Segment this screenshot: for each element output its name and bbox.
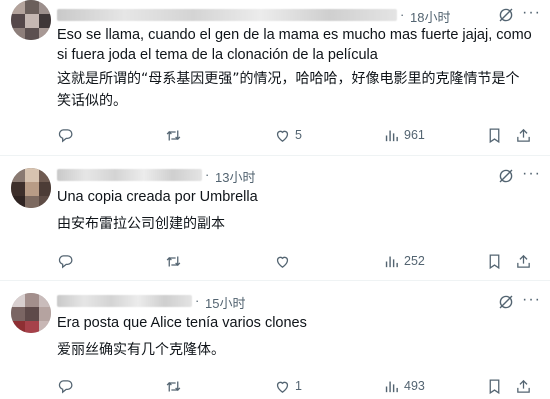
author-name-redacted[interactable] (57, 169, 202, 181)
tweet-text-translation: 爱丽丝确实有几个克隆体。 (57, 342, 225, 358)
tweet-text-translation: 由安布雷拉公司创建的副本 (57, 216, 225, 232)
share-icon (517, 379, 530, 393)
bookmark-icon (489, 127, 500, 143)
view-count: 961 (404, 128, 425, 142)
retweet-icon (166, 130, 181, 140)
share-button[interactable] (515, 251, 532, 271)
bookmark-button[interactable] (486, 125, 503, 145)
action-bar: 1 493 (57, 376, 530, 396)
separator-dot: · (205, 167, 210, 182)
share-icon (517, 254, 530, 268)
view-count: 252 (404, 254, 425, 268)
share-button[interactable] (515, 376, 532, 396)
avatar[interactable] (11, 168, 51, 208)
author-name-redacted[interactable] (57, 9, 397, 21)
avatar[interactable] (11, 0, 51, 40)
like-icon (276, 130, 289, 142)
tweet-text-original: Era posta que Alice tenía varios clones (57, 315, 307, 331)
action-bar: 252 (57, 251, 530, 271)
grok-icon[interactable] (497, 6, 515, 24)
share-button[interactable] (515, 125, 532, 145)
like-button[interactable] (274, 251, 295, 271)
separator-dot: · (400, 7, 405, 22)
retweet-button[interactable] (165, 125, 186, 145)
like-button[interactable]: 1 (274, 376, 302, 396)
retweet-icon (166, 256, 181, 266)
views-icon (385, 256, 398, 267)
timestamp[interactable]: 13小时 (215, 167, 255, 186)
reply-button[interactable] (57, 125, 78, 145)
author-name-redacted[interactable] (57, 295, 192, 307)
more-icon[interactable]: ··· (522, 292, 541, 308)
share-icon (517, 128, 530, 142)
bookmark-icon (489, 253, 500, 269)
views-button[interactable]: 493 (383, 376, 425, 396)
view-count: 493 (404, 379, 425, 393)
like-count: 5 (295, 128, 302, 142)
views-button[interactable]: 252 (383, 251, 425, 271)
reply-icon (58, 379, 73, 393)
grok-icon[interactable] (497, 167, 515, 185)
timestamp[interactable]: 15小时 (205, 293, 245, 312)
views-icon (385, 130, 398, 141)
like-button[interactable]: 5 (274, 125, 302, 145)
reply-button[interactable] (57, 376, 78, 396)
avatar[interactable] (11, 293, 51, 333)
retweet-button[interactable] (165, 376, 186, 396)
more-icon[interactable]: ··· (522, 166, 541, 182)
reply-tweet-1[interactable]: · 18小时 ··· Eso se llama, cuando el gen d… (0, 0, 550, 156)
bookmark-icon (489, 378, 500, 394)
views-icon (385, 381, 398, 392)
retweet-icon (166, 381, 181, 391)
tweet-text-original: Eso se llama, cuando el gen de la mama e… (57, 27, 532, 63)
like-icon (276, 256, 289, 268)
bookmark-button[interactable] (486, 251, 503, 271)
tweet-text-original: Una copia creada por Umbrella (57, 189, 258, 205)
reply-button[interactable] (57, 251, 78, 271)
views-button[interactable]: 961 (383, 125, 425, 145)
timestamp[interactable]: 18小时 (410, 7, 450, 26)
grok-icon[interactable] (497, 293, 515, 311)
tweet-text-translation: 这就是所谓的“母系基因更强”的情况，哈哈哈，好像电影里的克隆情节是个笑话似的。 (57, 71, 520, 109)
separator-dot: · (195, 293, 200, 308)
action-bar: 5 961 (57, 125, 530, 145)
reply-icon (58, 254, 73, 268)
retweet-button[interactable] (165, 251, 186, 271)
like-icon (276, 381, 289, 393)
bookmark-button[interactable] (486, 376, 503, 396)
reply-tweet-3[interactable]: · 15小时 ··· Era posta que Alice tenía var… (0, 281, 550, 399)
more-icon[interactable]: ··· (522, 5, 541, 21)
like-count: 1 (295, 379, 302, 393)
reply-icon (58, 128, 73, 142)
reply-tweet-2[interactable]: · 13小时 ··· Una copia creada por Umbrella… (0, 156, 550, 281)
